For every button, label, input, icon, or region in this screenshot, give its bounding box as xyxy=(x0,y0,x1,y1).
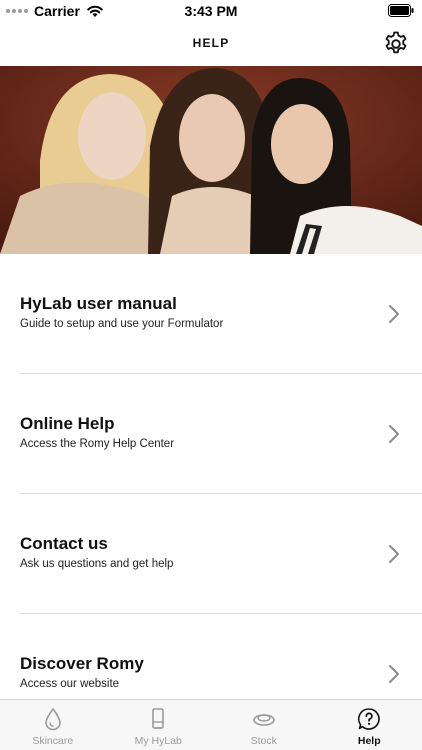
tab-bar: Skincare My HyLab Stock Help xyxy=(0,699,422,750)
chevron-right-icon xyxy=(389,305,399,323)
menu-item-title: Discover Romy xyxy=(20,654,144,673)
device-icon xyxy=(152,708,165,729)
chevron-right-icon xyxy=(389,665,399,683)
help-icon xyxy=(358,708,381,730)
menu-item-contact-us[interactable]: Contact us Ask us questions and get help xyxy=(20,494,422,614)
menu-item-subtitle: Access our website xyxy=(20,678,120,690)
nav-bar: HELP xyxy=(0,22,422,66)
drop-icon xyxy=(44,708,61,731)
hero-image xyxy=(0,66,422,254)
page-title: HELP xyxy=(192,36,230,50)
tab-label: Stock xyxy=(250,735,277,747)
status-time: 3:43 PM xyxy=(184,3,238,19)
menu-item-online-help[interactable]: Online Help Access the Romy Help Center xyxy=(20,374,422,494)
menu-item-subtitle: Ask us questions and get help xyxy=(20,558,174,570)
help-menu-list: HyLab user manual Guide to setup and use… xyxy=(0,254,422,734)
menu-item-title: HyLab user manual xyxy=(20,294,177,313)
menu-item-subtitle: Access the Romy Help Center xyxy=(20,438,175,450)
hero-photo xyxy=(0,66,422,254)
chevron-right-icon xyxy=(389,545,399,563)
menu-item-title: Contact us xyxy=(20,534,108,553)
tab-label: My HyLab xyxy=(134,735,182,747)
status-bar: Carrier 3:43 PM xyxy=(0,0,422,22)
menu-item-title: Online Help xyxy=(20,414,115,433)
battery-icon xyxy=(388,4,414,17)
tab-help[interactable]: Help xyxy=(317,700,422,750)
tab-label: Help xyxy=(357,735,381,747)
tab-my-hylab[interactable]: My HyLab xyxy=(106,700,212,750)
chevron-right-icon xyxy=(389,425,399,443)
menu-item-subtitle: Guide to setup and use your Formulator xyxy=(20,318,224,330)
tab-skincare[interactable]: Skincare xyxy=(0,700,106,750)
gear-icon[interactable] xyxy=(382,30,410,58)
capsule-icon xyxy=(252,714,275,726)
tab-stock[interactable]: Stock xyxy=(211,700,317,750)
tab-label: Skincare xyxy=(32,735,74,747)
menu-item-user-manual[interactable]: HyLab user manual Guide to setup and use… xyxy=(20,254,422,374)
